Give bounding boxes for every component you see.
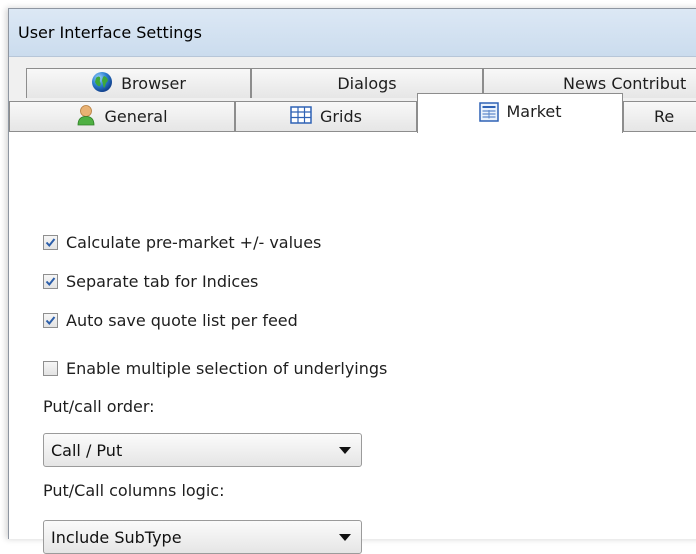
- settings-window: User Interface Settings Browser Dialogs …: [8, 8, 696, 554]
- checkmark-icon: [45, 316, 56, 326]
- tab-re-label: Re: [654, 107, 675, 126]
- tab-general[interactable]: General: [9, 101, 235, 131]
- tab-grids[interactable]: Grids: [235, 101, 417, 131]
- tab-row-front: General Grids Market Re: [9, 93, 696, 133]
- user-icon: [76, 104, 96, 130]
- tab-grids-label: Grids: [320, 107, 362, 126]
- multi-select-row[interactable]: Enable multiple selection of underlyings: [43, 359, 387, 378]
- grid-icon: [290, 105, 312, 128]
- dropdown-arrow-icon: [339, 534, 351, 541]
- tab-general-label: General: [104, 107, 168, 126]
- auto-save-label: Auto save quote list per feed: [66, 311, 298, 330]
- checkmark-icon: [45, 238, 56, 248]
- put-call-order-label: Put/call order:: [43, 397, 155, 416]
- separate-indices-label: Separate tab for Indices: [66, 272, 259, 291]
- separate-indices-checkbox[interactable]: [43, 274, 58, 289]
- market-sheet-icon: [478, 102, 499, 126]
- calc-premarket-checkbox[interactable]: [43, 235, 58, 250]
- dropdown-arrow-icon: [339, 447, 351, 454]
- globe-icon: [91, 71, 113, 97]
- put-call-columns-select[interactable]: Include SubType: [43, 520, 362, 554]
- separate-indices-row[interactable]: Separate tab for Indices: [43, 272, 258, 291]
- multi-select-label: Enable multiple selection of underlyings: [66, 359, 388, 378]
- tab-re[interactable]: Re: [623, 101, 696, 131]
- auto-save-checkbox[interactable]: [43, 313, 58, 328]
- window-title: User Interface Settings: [18, 23, 202, 42]
- tab-browser-label: Browser: [121, 74, 186, 93]
- title-bar: User Interface Settings: [9, 9, 696, 57]
- tab-market[interactable]: Market: [417, 93, 623, 133]
- put-call-columns-label: Put/Call columns logic:: [43, 481, 225, 500]
- tab-browser[interactable]: Browser: [26, 68, 251, 98]
- put-call-columns-value: Include SubType: [51, 527, 182, 547]
- multi-select-checkbox[interactable]: [43, 361, 58, 376]
- put-call-order-select[interactable]: Call / Put: [43, 433, 362, 467]
- tab-news-label: News Contribut: [563, 74, 687, 93]
- put-call-order-value: Call / Put: [51, 440, 123, 460]
- calc-premarket-label: Calculate pre-market +/- values: [66, 233, 322, 252]
- calc-premarket-row[interactable]: Calculate pre-market +/- values: [43, 233, 321, 252]
- auto-save-row[interactable]: Auto save quote list per feed: [43, 311, 298, 330]
- checkmark-icon: [45, 277, 56, 287]
- tab-market-label: Market: [506, 102, 562, 121]
- tab-dialogs-label: Dialogs: [337, 74, 397, 93]
- market-tab-panel: Calculate pre-market +/- values Separate…: [9, 131, 696, 554]
